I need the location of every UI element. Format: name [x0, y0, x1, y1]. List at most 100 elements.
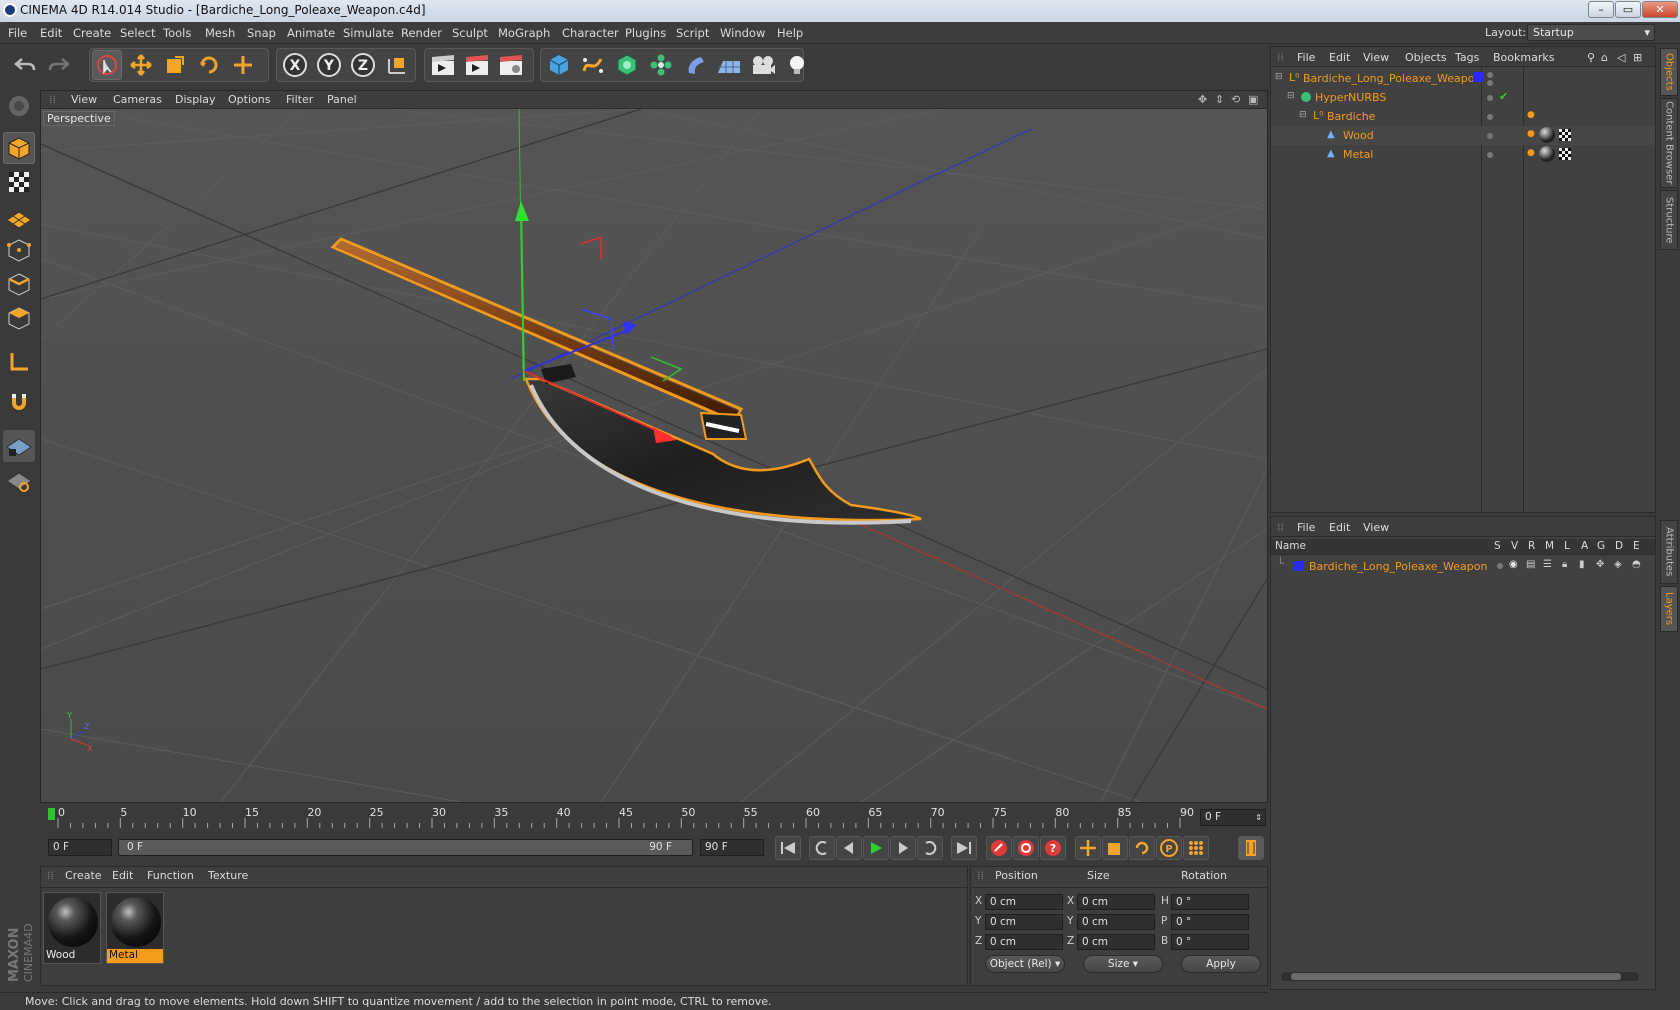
- menu-simulate[interactable]: Simulate: [343, 26, 394, 40]
- tab-objects[interactable]: Objects: [1660, 48, 1678, 96]
- object-row-wood[interactable]: ▲ Wood ●: [1271, 126, 1655, 145]
- material-tag-icon[interactable]: [1539, 146, 1555, 162]
- layer-color-swatch[interactable]: [1293, 561, 1303, 571]
- menu-script[interactable]: Script: [676, 26, 709, 40]
- live-selection-button[interactable]: [92, 50, 122, 80]
- nurbs-button[interactable]: [612, 50, 642, 80]
- play-button[interactable]: [863, 836, 889, 860]
- move-button[interactable]: [126, 50, 156, 80]
- size-x-field[interactable]: 0 cm: [1077, 894, 1155, 910]
- menu-create[interactable]: Create: [73, 26, 111, 40]
- deformer-icon[interactable]: ◈: [1614, 559, 1622, 570]
- coordinate-mode-dropdown[interactable]: Object (Rel) ▾: [985, 955, 1065, 973]
- polygons-mode-button[interactable]: [3, 302, 35, 334]
- material-menu-texture[interactable]: Texture: [208, 869, 248, 882]
- light-button[interactable]: [782, 50, 812, 80]
- timeline-window-button[interactable]: [1238, 836, 1264, 860]
- position-z-field[interactable]: 0 cm: [985, 934, 1063, 950]
- object-row-bardiche[interactable]: ⊟ L⁰ Bardiche ●: [1271, 107, 1655, 126]
- key-rotation-button[interactable]: [1129, 836, 1155, 860]
- layers-menu-edit[interactable]: Edit: [1329, 521, 1350, 534]
- menu-mesh[interactable]: Mesh: [205, 26, 235, 40]
- zoom-view-icon[interactable]: ⇕: [1215, 93, 1224, 106]
- minimize-button[interactable]: –: [1588, 1, 1614, 18]
- workplane-rotate-button[interactable]: [3, 464, 35, 496]
- scrollbar-thumb[interactable]: [1291, 973, 1621, 980]
- keyframe-selection-button[interactable]: ?: [1040, 836, 1066, 860]
- lock-icon[interactable]: 🔒︎: [1562, 559, 1567, 570]
- perspective-viewport[interactable]: ⁞⁞ View Cameras Display Options Filter P…: [40, 90, 1268, 803]
- menu-render[interactable]: Render: [401, 26, 442, 40]
- y-axis-lock-button[interactable]: Y: [314, 50, 344, 80]
- menu-window[interactable]: Window: [720, 26, 765, 40]
- viewport-menu-view[interactable]: View: [71, 93, 97, 106]
- material-menu-edit[interactable]: Edit: [112, 869, 133, 882]
- viewport-menu-panel[interactable]: Panel: [327, 93, 357, 106]
- layer-row[interactable]: └ Bardiche_Long_Poleaxe_Weapon ◉ ▤ ☰ 🔒︎ …: [1271, 557, 1655, 576]
- menu-plugins[interactable]: Plugins: [625, 26, 666, 40]
- viewport-menu-filter[interactable]: Filter: [286, 93, 313, 106]
- previous-key-button[interactable]: [809, 836, 835, 860]
- visibility-dot[interactable]: [1487, 152, 1493, 158]
- previous-frame-button[interactable]: [836, 836, 862, 860]
- position-y-field[interactable]: 0 cm: [985, 914, 1063, 930]
- scale-button[interactable]: [160, 50, 190, 80]
- rotate-button[interactable]: [194, 50, 224, 80]
- rotation-b-field[interactable]: 0 °: [1171, 934, 1249, 950]
- make-editable-button[interactable]: [3, 90, 35, 122]
- move-view-icon[interactable]: ✥: [1198, 93, 1207, 106]
- render-visibility-dot[interactable]: [1487, 80, 1493, 86]
- enabled-check-icon[interactable]: ✔: [1499, 90, 1508, 103]
- visibility-dot[interactable]: [1487, 133, 1493, 139]
- array-button[interactable]: [646, 50, 676, 80]
- points-mode-button[interactable]: [3, 234, 35, 266]
- horizontal-scrollbar[interactable]: [1281, 972, 1639, 981]
- phong-tag-icon[interactable]: ●: [1527, 148, 1535, 158]
- expression-icon[interactable]: ◓: [1632, 559, 1641, 570]
- next-frame-button[interactable]: [890, 836, 916, 860]
- menu-help[interactable]: Help: [777, 26, 803, 40]
- key-position-button[interactable]: [1075, 836, 1101, 860]
- key-parameter-button[interactable]: P: [1156, 836, 1182, 860]
- next-key-button[interactable]: [917, 836, 943, 860]
- render-picture-viewer-button[interactable]: [462, 50, 492, 80]
- objects-menu-tags[interactable]: Tags: [1455, 51, 1479, 64]
- layers-menu-view[interactable]: View: [1363, 521, 1389, 534]
- object-row-bardiche-long-poleaxe-weapon[interactable]: ⊟ L⁰ Bardiche_Long_Poleaxe_Weapon: [1271, 69, 1655, 88]
- collapse-icon[interactable]: ⊟: [1287, 91, 1295, 101]
- cube-button[interactable]: [544, 50, 574, 80]
- manager-icon[interactable]: ☰: [1543, 559, 1552, 570]
- objects-menu-objects[interactable]: Objects: [1405, 51, 1447, 64]
- object-row-metal[interactable]: ▲ Metal ●: [1271, 145, 1655, 164]
- workplane-lock-button[interactable]: [3, 430, 35, 462]
- phong-tag-icon[interactable]: ●: [1527, 110, 1535, 120]
- menu-file[interactable]: File: [8, 26, 27, 40]
- x-axis-lock-button[interactable]: X: [280, 50, 310, 80]
- camera-button[interactable]: [748, 50, 778, 80]
- render-settings-button[interactable]: [496, 50, 526, 80]
- maximize-view-icon[interactable]: ▣: [1248, 93, 1258, 106]
- recent-tool-button[interactable]: [228, 50, 258, 80]
- deformer-button[interactable]: [680, 50, 710, 80]
- size-mode-dropdown[interactable]: Size ▾: [1083, 955, 1163, 973]
- solo-toggle[interactable]: [1497, 563, 1503, 569]
- current-frame-field[interactable]: 0 F ⇕: [1200, 809, 1266, 826]
- menu-select[interactable]: Select: [120, 26, 155, 40]
- redo-button[interactable]: [44, 50, 74, 80]
- menu-character[interactable]: Character: [562, 26, 619, 40]
- render-icon[interactable]: ▤: [1526, 559, 1535, 570]
- material-menu-function[interactable]: Function: [147, 869, 194, 882]
- tab-content-browser[interactable]: Content Browser: [1660, 98, 1678, 188]
- objects-menu-edit[interactable]: Edit: [1329, 51, 1350, 64]
- key-scale-button[interactable]: [1102, 836, 1128, 860]
- menu-snap[interactable]: Snap: [247, 26, 276, 40]
- timeline-ruler[interactable]: 0 5 10 15 20 25 30 35 40 45 50 55 60 65 70 75 80 85 90 0 F…: [40, 806, 1268, 832]
- size-y-field[interactable]: 0 cm: [1077, 914, 1155, 930]
- viewport-menu-cameras[interactable]: Cameras: [113, 93, 162, 106]
- layers-menu-file[interactable]: File: [1297, 521, 1315, 534]
- workplane-mode-button[interactable]: [3, 200, 35, 232]
- material-tag-icon[interactable]: [1539, 127, 1555, 143]
- autokey-button[interactable]: [1013, 836, 1039, 860]
- objects-menu-bookmarks[interactable]: Bookmarks: [1493, 51, 1554, 64]
- collapse-icon[interactable]: ⊟: [1275, 72, 1283, 82]
